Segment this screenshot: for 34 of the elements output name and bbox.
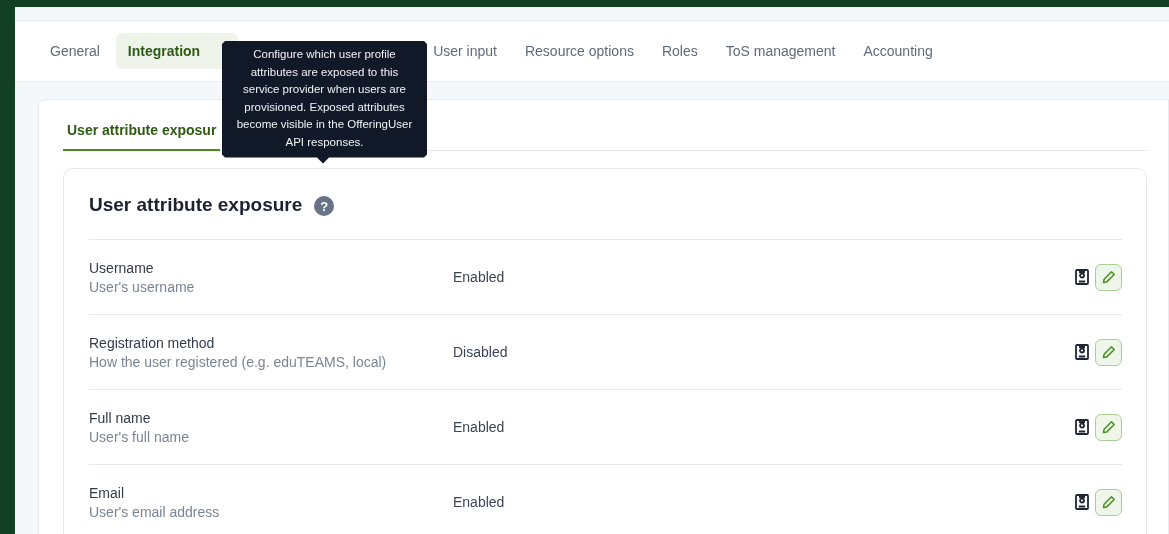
attribute-status: Enabled — [453, 269, 506, 285]
sub-tab[interactable]: User attribute exposur — [63, 114, 221, 151]
contact-card-icon[interactable] — [1075, 344, 1089, 360]
attribute-name: Full name — [89, 409, 152, 426]
contact-card-icon[interactable] — [1075, 269, 1089, 285]
attribute-description: User's username — [89, 278, 196, 295]
pencil-icon — [1101, 420, 1116, 434]
attribute-name: Registration method — [89, 334, 216, 351]
edit-button[interactable] — [1095, 263, 1122, 291]
tab[interactable]: Resource options — [512, 33, 646, 69]
attribute-status: Enabled — [453, 494, 506, 510]
attribute-status: Enabled — [453, 419, 506, 435]
contact-card-icon[interactable] — [1075, 419, 1089, 435]
attribute-description: User's email address — [89, 503, 221, 520]
edit-button[interactable] — [1095, 488, 1122, 516]
tab[interactable]: General — [38, 33, 112, 69]
edit-button[interactable] — [1095, 413, 1122, 441]
pencil-icon — [1101, 495, 1116, 509]
attribute-name: Username — [89, 259, 155, 276]
attribute-description: User's full name — [89, 428, 190, 445]
edit-button[interactable] — [1095, 338, 1122, 366]
tab[interactable]: Accounting — [851, 33, 945, 69]
tab[interactable]: Roles — [649, 33, 710, 69]
tab[interactable]: ToS management — [713, 33, 848, 69]
tooltip: Configure which user profile attributes are exposed to this service provider when users are provisioned. Exposed attributes become visible in the OfferingUser API responses. — [222, 41, 427, 164]
tab[interactable]: Integration — [115, 33, 239, 69]
section-title: User attribute exposure — [89, 194, 303, 216]
pencil-icon — [1101, 345, 1116, 359]
attribute-name: Email — [89, 484, 125, 501]
pencil-icon — [1101, 270, 1116, 284]
contact-card-icon[interactable] — [1075, 494, 1089, 510]
attribute-status: Disabled — [453, 344, 509, 360]
help-icon[interactable]: ? — [314, 196, 335, 216]
attribute-description: How the user registered (e.g. eduTEAMS, local) — [89, 353, 388, 370]
